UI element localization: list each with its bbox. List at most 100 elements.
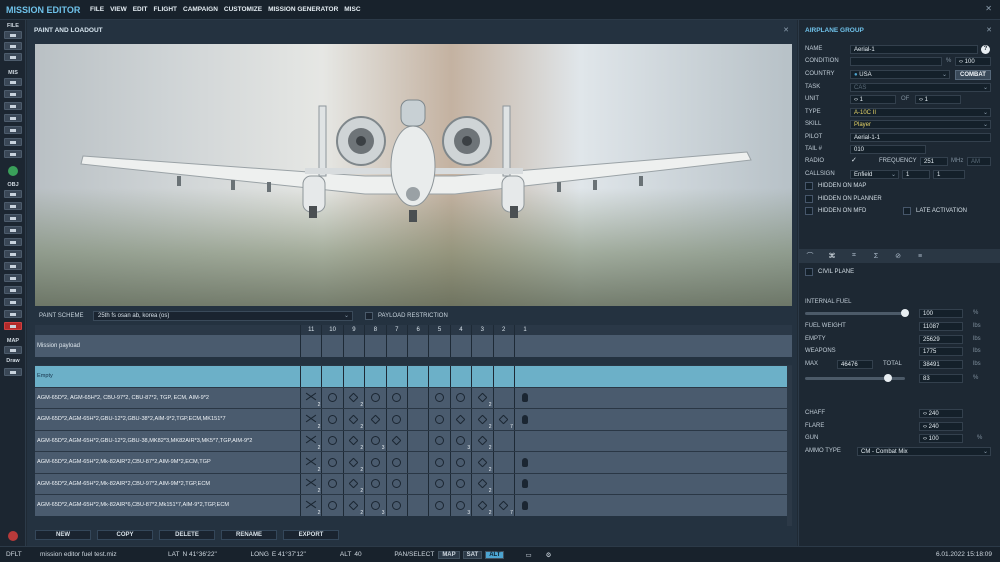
- stepper-icon[interactable]: ‹›: [923, 411, 927, 417]
- loadout-row[interactable]: AGM-65D*2,AGM-65H*2,Mk-82AIR*2,CBU-87*2,…: [35, 451, 792, 473]
- alt-view-button[interactable]: ALT: [485, 550, 505, 559]
- station-cell[interactable]: [406, 366, 428, 387]
- station-cell[interactable]: [321, 495, 342, 516]
- station-cell[interactable]: [364, 387, 385, 408]
- copy-button[interactable]: COPY: [97, 530, 153, 540]
- station-cell[interactable]: [385, 409, 407, 430]
- unit-stepper[interactable]: ‹› 1: [850, 95, 896, 104]
- name-input[interactable]: Aerial-1: [850, 45, 978, 54]
- station-cell[interactable]: [385, 387, 407, 408]
- payload-station-slot[interactable]: [342, 335, 364, 357]
- station-cell[interactable]: [406, 452, 428, 473]
- station-cell[interactable]: [406, 495, 428, 516]
- station-cell[interactable]: 2: [471, 495, 492, 516]
- paint-scheme-select[interactable]: 25th fs osan ab, korea (os) ⌄: [93, 311, 353, 321]
- station-cell[interactable]: 2: [471, 387, 492, 408]
- tail-input[interactable]: 010: [850, 145, 926, 154]
- station-cell[interactable]: [364, 452, 385, 473]
- late-activation-checkbox[interactable]: [903, 207, 911, 215]
- station-cell[interactable]: [449, 452, 471, 473]
- station-cell[interactable]: [428, 387, 449, 408]
- satellite-view-button[interactable]: SAT: [462, 550, 483, 559]
- callsign-number-2[interactable]: 1: [933, 170, 965, 179]
- payload-station-slot[interactable]: [385, 335, 407, 357]
- hidden-on-mfd-checkbox[interactable]: [805, 207, 813, 215]
- chaff-stepper[interactable]: ‹› 240: [919, 409, 963, 418]
- station-cell[interactable]: [385, 495, 407, 516]
- station-cell[interactable]: [449, 387, 471, 408]
- payload-station-slot[interactable]: [471, 335, 492, 357]
- station-cell[interactable]: [385, 366, 407, 387]
- task-select[interactable]: CAS ⌄: [850, 83, 991, 92]
- station-cell[interactable]: [449, 473, 471, 494]
- station-cell[interactable]: [513, 473, 535, 494]
- loadout-scrollbar[interactable]: [787, 366, 792, 526]
- station-cell[interactable]: 2: [471, 452, 492, 473]
- station-cell[interactable]: 2: [300, 387, 321, 408]
- add-helicopter-icon[interactable]: [4, 202, 22, 210]
- station-cell[interactable]: 2: [471, 430, 492, 451]
- station-cell[interactable]: [321, 409, 342, 430]
- screenshot-icon[interactable]: ▭: [525, 551, 531, 559]
- station-cell[interactable]: 2: [342, 409, 364, 430]
- station-cell[interactable]: [364, 366, 385, 387]
- add-ship-icon[interactable]: [4, 214, 22, 222]
- hidden-on-planner-checkbox[interactable]: [805, 195, 813, 203]
- failures-icon[interactable]: ⊘: [887, 252, 909, 260]
- open-mission-icon[interactable]: [4, 42, 22, 50]
- settings-icon[interactable]: ⚙: [546, 551, 552, 559]
- station-cell[interactable]: [471, 366, 492, 387]
- check-icon[interactable]: ✓: [851, 156, 857, 164]
- triggers-icon[interactable]: [4, 126, 22, 134]
- new-button[interactable]: NEW: [35, 530, 91, 540]
- loadout-row[interactable]: AGM-65D*2, AGM-65H*2, CBU-97*2, CBU-87*2…: [35, 386, 792, 408]
- station-cell[interactable]: [492, 452, 514, 473]
- payload-icon[interactable]: ⌘: [821, 252, 843, 260]
- coalition-icon[interactable]: [8, 166, 18, 176]
- frequency-input[interactable]: 251: [920, 157, 948, 166]
- modulation-select[interactable]: AM: [967, 157, 991, 166]
- goals-icon[interactable]: [4, 102, 22, 110]
- station-cell[interactable]: [385, 452, 407, 473]
- pilot-input[interactable]: Aerial-1-1: [850, 133, 991, 142]
- station-cell[interactable]: [492, 473, 514, 494]
- country-select[interactable]: ● USA ⌄: [850, 70, 950, 79]
- add-airplane-icon[interactable]: [4, 190, 22, 198]
- add-fortification-icon[interactable]: [4, 274, 22, 282]
- payload-station-slot[interactable]: [364, 335, 385, 357]
- add-train-icon[interactable]: [4, 238, 22, 246]
- internal-fuel-slider[interactable]: [805, 312, 905, 315]
- civil-plane-checkbox[interactable]: [805, 268, 813, 276]
- menu-edit[interactable]: EDIT: [133, 6, 148, 13]
- station-cell[interactable]: [449, 366, 471, 387]
- station-cell[interactable]: 2: [342, 495, 364, 516]
- add-warehouse-icon[interactable]: [4, 286, 22, 294]
- new-mission-icon[interactable]: [4, 31, 22, 39]
- station-cell[interactable]: [385, 430, 407, 451]
- loadout-row[interactable]: Empty: [35, 365, 792, 387]
- close-icon[interactable]: ✕: [986, 26, 992, 34]
- type-select[interactable]: A-10C II ⌄: [850, 108, 991, 117]
- trigger-zone-icon[interactable]: [4, 114, 22, 122]
- loadout-row[interactable]: AGM-65D*2,AGM-65H*2,GBU-12*2,GBU-38*2,AI…: [35, 408, 792, 430]
- payload-station-slot[interactable]: [406, 335, 428, 357]
- map-options-icon[interactable]: [4, 346, 22, 354]
- station-cell[interactable]: 3: [364, 430, 385, 451]
- skill-select[interactable]: Player ⌄: [850, 120, 991, 129]
- station-cell[interactable]: [513, 495, 535, 516]
- of-stepper[interactable]: ‹› 1: [915, 95, 961, 104]
- station-cell[interactable]: [428, 409, 449, 430]
- station-cell[interactable]: [385, 473, 407, 494]
- payload-station-slot[interactable]: [428, 335, 449, 357]
- menu-customize[interactable]: CUSTOMIZE: [224, 6, 262, 13]
- station-cell[interactable]: [428, 473, 449, 494]
- station-cell[interactable]: [492, 387, 514, 408]
- internal-fuel-input[interactable]: 100: [919, 309, 963, 318]
- condition-bar[interactable]: [850, 57, 942, 66]
- group-icon[interactable]: [4, 310, 22, 318]
- station-cell[interactable]: 7: [492, 409, 514, 430]
- internal-fuel-slider-handle[interactable]: [901, 309, 909, 317]
- station-cell[interactable]: 2: [471, 409, 492, 430]
- station-cell[interactable]: 3: [449, 495, 471, 516]
- window-close-icon[interactable]: ✕: [985, 4, 992, 13]
